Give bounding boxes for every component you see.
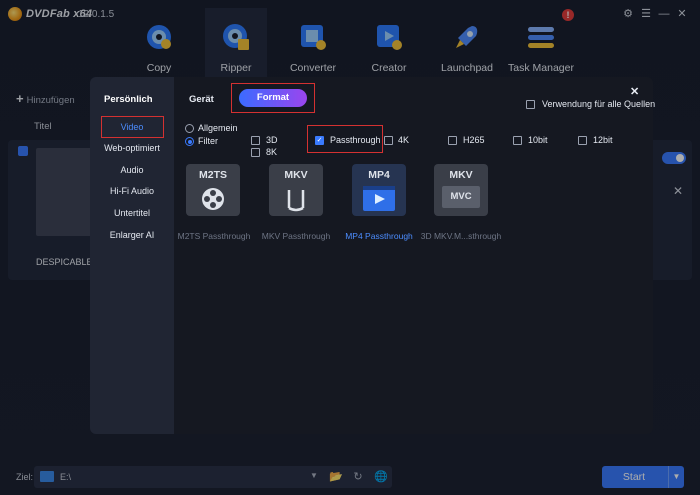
- apply-all-checkbox[interactable]: [526, 100, 535, 109]
- apply-all-label: Verwendung für alle Quellen: [542, 99, 656, 109]
- radio-general-label: Allgemein: [198, 123, 238, 133]
- checkbox-h265[interactable]: [448, 136, 457, 145]
- close-dialog-icon[interactable]: ✕: [630, 85, 639, 98]
- format-tile-m2ts[interactable]: M2TS: [186, 164, 240, 216]
- checkbox-10bit[interactable]: [513, 136, 522, 145]
- tab-device[interactable]: Gerät: [189, 94, 214, 105]
- format-tile-title: MKV: [449, 169, 473, 181]
- checkbox-3d-label: 3D: [266, 135, 278, 145]
- format-tile-title: MP4: [368, 169, 390, 181]
- sidebar-item-enlarger-ai[interactable]: Enlarger AI: [90, 225, 174, 245]
- sidebar-item-hifi-audio[interactable]: Hi-Fi Audio: [90, 181, 174, 201]
- video-play-icon: [363, 186, 395, 211]
- sidebar-item-web-optimized[interactable]: Web-optimiert: [90, 138, 174, 158]
- format-label-mkv: MKV Passthrough: [261, 231, 331, 241]
- format-label-mp4: MP4 Passthrough: [345, 231, 413, 241]
- format-tile-title: M2TS: [198, 169, 227, 181]
- format-tile-title: MKV: [284, 169, 308, 181]
- checkbox-4k-label: 4K: [398, 135, 410, 145]
- checkbox-3d[interactable]: [251, 136, 260, 145]
- highlight-box-format: [231, 83, 315, 113]
- checkbox-8k[interactable]: [251, 148, 260, 157]
- format-label-3d-mkv-mvc: 3D MKV.M...sthrough: [420, 231, 502, 241]
- highlight-box-passthrough: [307, 125, 383, 153]
- app-window: DVDFab x64 12.0.1.5 ! ⚙ ☰ — ✕ Copy Rippe…: [0, 0, 700, 495]
- sidebar-item-audio[interactable]: Audio: [90, 160, 174, 180]
- checkbox-10bit-label: 10bit: [528, 135, 548, 145]
- checkbox-h265-label: H265: [463, 135, 485, 145]
- format-tile-3d-mkv-mvc[interactable]: MKV MVC: [434, 164, 488, 216]
- checkbox-8k-label: 8K: [266, 147, 278, 157]
- checkbox-12bit-label: 12bit: [593, 135, 613, 145]
- sidebar-title: Persönlich: [104, 94, 153, 105]
- film-reel-icon: [202, 188, 224, 210]
- checkbox-4k[interactable]: [384, 136, 393, 145]
- radio-filter-label: Filter: [198, 136, 218, 146]
- format-label-m2ts: M2TS Passthrough: [177, 231, 251, 241]
- mvc-badge: MVC: [442, 186, 480, 208]
- format-tile-mp4[interactable]: MP4: [352, 164, 406, 216]
- matroska-icon: [287, 190, 305, 212]
- format-tile-mkv[interactable]: MKV: [269, 164, 323, 216]
- sidebar-item-subtitle[interactable]: Untertitel: [90, 203, 174, 223]
- highlight-box-video: [101, 116, 164, 138]
- radio-general[interactable]: [185, 124, 194, 133]
- radio-filter[interactable]: [185, 137, 194, 146]
- checkbox-12bit[interactable]: [578, 136, 587, 145]
